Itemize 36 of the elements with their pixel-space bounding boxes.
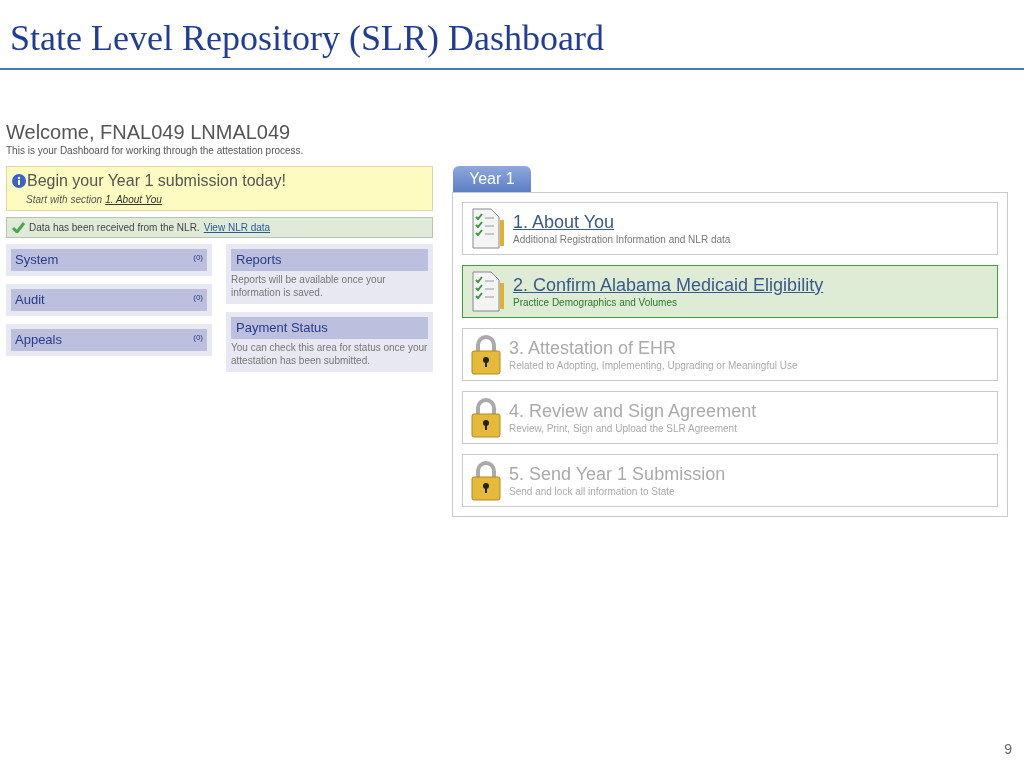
counter-item[interactable]: Audit (0) <box>11 289 207 311</box>
welcome-subtitle: This is your Dashboard for working through the attestation process. <box>6 144 305 157</box>
checklist-icon <box>471 207 505 250</box>
status-text: Data has been received from the NLR. <box>29 221 200 234</box>
notice-text: Start with section <box>26 193 103 206</box>
about-you-link[interactable]: 1. About You <box>105 193 162 206</box>
section-subtitle: Additional Registration Information and NLR data <box>513 233 731 246</box>
section-card[interactable]: 2. Confirm Alabama Medicaid Eligibility Practice Demographics and Volumes <box>462 265 998 318</box>
checkmark-icon <box>12 222 25 233</box>
section-subtitle: Send and lock all information to State <box>509 485 676 498</box>
section-title[interactable]: 1. About You <box>513 211 731 233</box>
year-tab[interactable]: Year 1 <box>453 166 531 192</box>
padlock-icon <box>471 334 501 375</box>
slide-title: State Level Repository (SLR) Dashboard <box>10 17 605 60</box>
panel-title: Payment Status <box>231 317 428 339</box>
section-title[interactable]: 2. Confirm Alabama Medicaid Eligibility <box>513 274 824 296</box>
page-number: 9 <box>1004 740 1012 759</box>
counter-item[interactable]: Appeals (0) <box>11 329 207 351</box>
section-subtitle: Practice Demographics and Volumes <box>513 296 678 309</box>
section-subtitle: Related to Adopting, Implementing, Upgrading or Meaningful Use <box>509 359 798 372</box>
section-subtitle: Review, Print, Sign and Upload the SLR Agreement <box>509 422 738 435</box>
section-title: 4. Review and Sign Agreement <box>509 400 757 422</box>
view-nlr-link[interactable]: View NLR data <box>203 221 271 234</box>
checklist-icon <box>471 270 505 313</box>
padlock-icon <box>471 460 501 501</box>
section-title: 5. Send Year 1 Submission <box>509 463 726 485</box>
padlock-icon <box>471 397 501 438</box>
counter-item[interactable]: System (0) <box>11 249 207 271</box>
section-title: 3. Attestation of EHR <box>509 337 678 359</box>
panel-text: You can check this area for status once your attestation has been submitted. <box>231 341 428 367</box>
panel-title: Reports <box>231 249 428 271</box>
notice-heading: Begin your Year 1 submission today! <box>27 171 286 191</box>
welcome-heading: Welcome, FNAL049 LNMAL049 <box>6 120 292 144</box>
panel-text: Reports will be available once your information is saved. <box>231 273 387 299</box>
section-card[interactable]: 1. About You Additional Registration Information and NLR data <box>462 202 998 255</box>
info-icon <box>12 174 26 188</box>
